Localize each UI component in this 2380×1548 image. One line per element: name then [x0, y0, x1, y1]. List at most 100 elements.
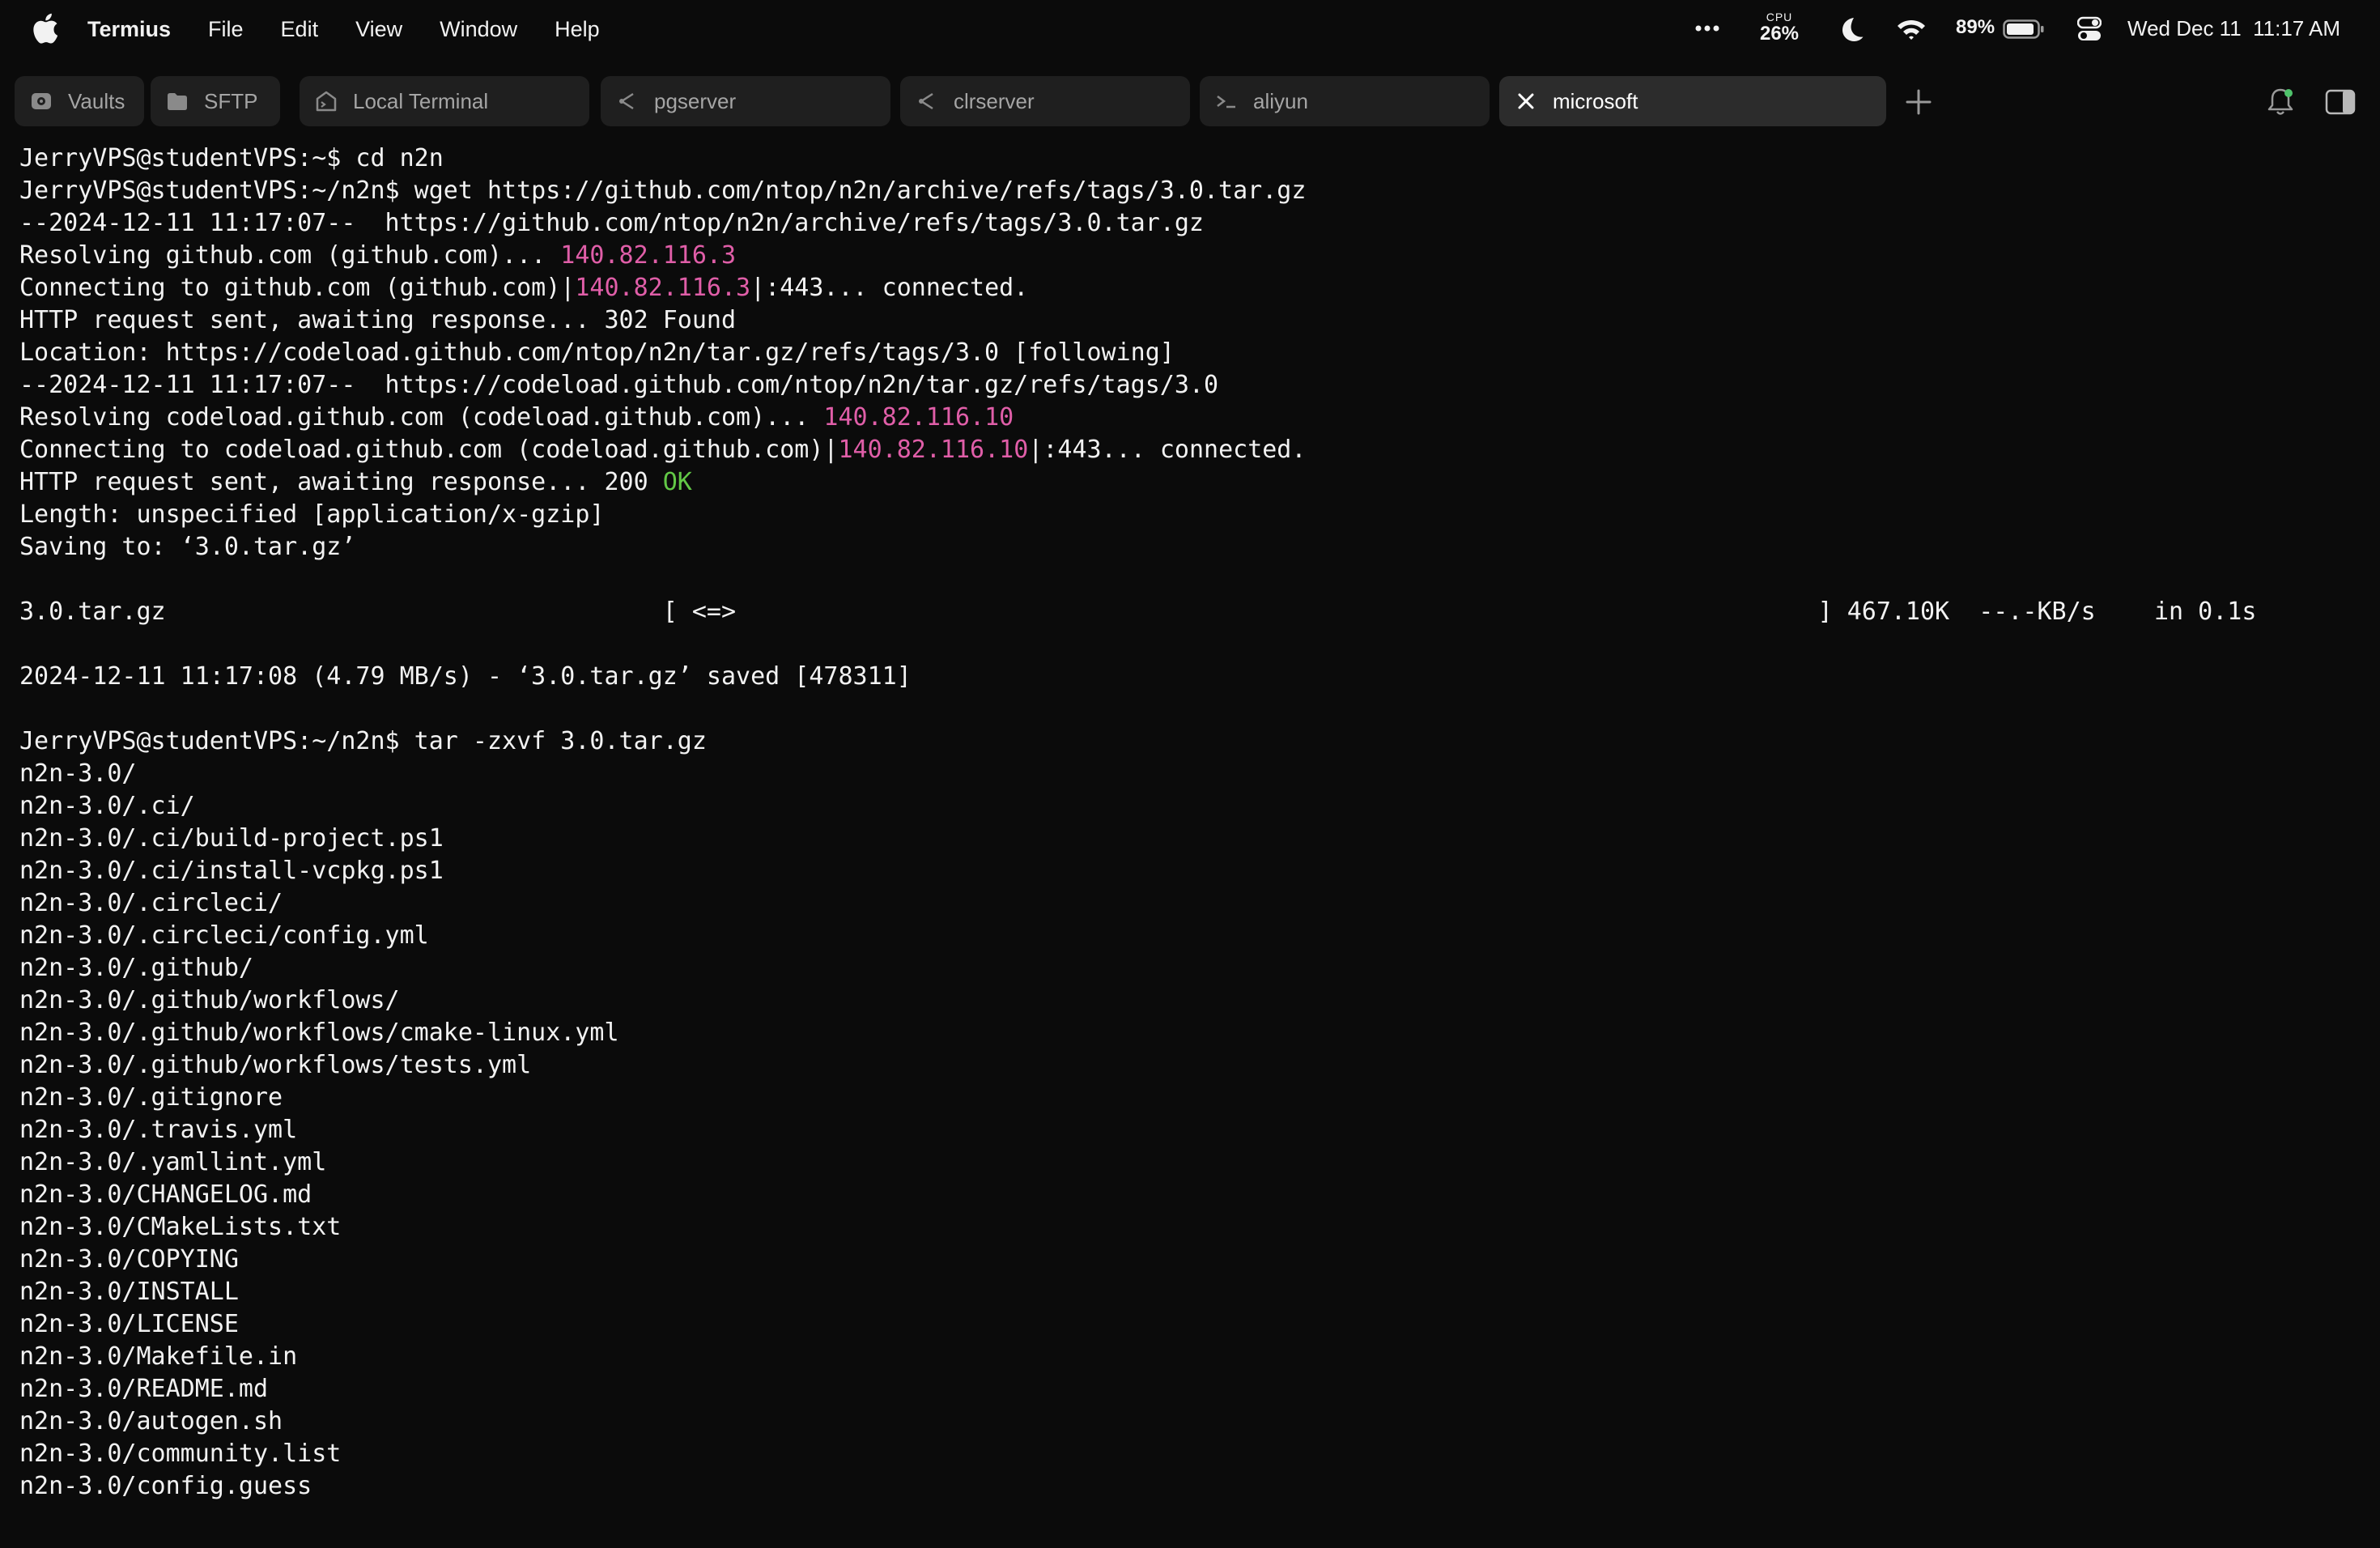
terminal-line: JerryVPS@studentVPS:~$ cd n2n	[19, 142, 2367, 175]
tab-label: microsoft	[1553, 88, 1638, 113]
terminal-line: n2n-3.0/LICENSE	[19, 1308, 2367, 1341]
terminal-text: 2024-12-11 11:17:08 (4.79 MB/s) - ‘3.0.t…	[19, 662, 912, 691]
close-icon[interactable]	[1514, 89, 1538, 113]
terminal-text: Saving to: ‘3.0.tar.gz’	[19, 533, 356, 561]
terminal-text: n2n-3.0/CMakeLists.txt	[19, 1213, 342, 1241]
app-menus: Termius File Edit View Window Help	[87, 0, 637, 58]
ip-address: 140.82.116.10	[823, 403, 1014, 432]
terminal-text: n2n-3.0/Makefile.in	[19, 1342, 298, 1371]
tab-aliyun[interactable]: aliyun	[1200, 76, 1490, 126]
terminal-line: n2n-3.0/.github/	[19, 952, 2367, 985]
local-terminal-icon	[314, 89, 338, 113]
terminal-line: n2n-3.0/INSTALL	[19, 1276, 2367, 1308]
tab-label: clrserver	[954, 88, 1035, 113]
host-icon	[915, 89, 939, 113]
terminal-line: n2n-3.0/autogen.sh	[19, 1406, 2367, 1438]
terminal-line: Saving to: ‘3.0.tar.gz’	[19, 531, 2367, 563]
cpu-monitor[interactable]: CPU 26%	[1755, 11, 1804, 44]
terminal-line: n2n-3.0/.github/workflows/tests.yml	[19, 1049, 2367, 1082]
terminal-line: n2n-3.0/CHANGELOG.md	[19, 1179, 2367, 1211]
terminal-text: Resolving github.com (github.com)...	[19, 241, 561, 270]
terminal-text: 3.0.tar.gz [ <=> ] 467.10K --.-KB/s in 0…	[19, 598, 2257, 626]
terminal-line: Length: unspecified [application/x-gzip]	[19, 499, 2367, 531]
ip-address: 140.82.116.3	[575, 274, 751, 302]
tab-local-terminal[interactable]: Local Terminal	[300, 76, 589, 126]
new-tab-plus-icon[interactable]	[1904, 87, 1933, 117]
tab-label: aliyun	[1253, 88, 1308, 113]
terminal-line: Connecting to github.com (github.com)|14…	[19, 272, 2367, 304]
control-center-icon[interactable]	[2077, 16, 2102, 42]
terminal-text: HTTP request sent, awaiting response... …	[19, 468, 663, 496]
terminal-text: n2n-3.0/CHANGELOG.md	[19, 1180, 312, 1209]
tab-label: pgserver	[654, 88, 737, 113]
ip-address: 140.82.116.10	[838, 436, 1029, 464]
cpu-value: 26%	[1759, 23, 1800, 45]
terminal-text: n2n-3.0/README.md	[19, 1375, 269, 1403]
terminal-line: Resolving codeload.github.com (codeload.…	[19, 402, 2367, 434]
terminal-line: n2n-3.0/	[19, 758, 2367, 790]
tab-vaults[interactable]: Vaults	[15, 76, 144, 126]
terminal-text: JerryVPS@studentVPS:~/n2n$ wget https://…	[19, 176, 1307, 205]
vault-icon	[29, 89, 53, 113]
terminal-line: n2n-3.0/.github/workflows/	[19, 985, 2367, 1017]
terminal-text: n2n-3.0/autogen.sh	[19, 1407, 283, 1435]
terminal-line: n2n-3.0/config.guess	[19, 1470, 2367, 1503]
terminal-text: n2n-3.0/	[19, 759, 137, 788]
menu-help[interactable]: Help	[555, 17, 600, 42]
terminal-text: n2n-3.0/.github/workflows/cmake-linux.ym…	[19, 1019, 619, 1047]
terminal-line: n2n-3.0/.ci/	[19, 790, 2367, 823]
tab-microsoft[interactable]: microsoft	[1499, 76, 1886, 126]
wifi-icon[interactable]	[1896, 18, 1927, 40]
menu-edit[interactable]: Edit	[281, 17, 319, 42]
terminal-line: n2n-3.0/.ci/build-project.ps1	[19, 823, 2367, 855]
terminal-text: n2n-3.0/.yamllint.yml	[19, 1148, 327, 1176]
moon-icon[interactable]	[1839, 16, 1864, 42]
terminal-line: --2024-12-11 11:17:07-- https://github.c…	[19, 207, 2367, 240]
menu-file[interactable]: File	[208, 17, 244, 42]
sidebar-toggle-icon[interactable]	[2325, 89, 2356, 115]
terminal-line: n2n-3.0/CMakeLists.txt	[19, 1211, 2367, 1244]
terminal-line: n2n-3.0/.ci/install-vcpkg.ps1	[19, 855, 2367, 887]
terminal-text: --2024-12-11 11:17:07-- https://github.c…	[19, 209, 1204, 237]
terminal-text: n2n-3.0/.travis.yml	[19, 1116, 298, 1144]
terminal-line: n2n-3.0/.github/workflows/cmake-linux.ym…	[19, 1017, 2367, 1049]
tab-label: SFTP	[204, 88, 258, 113]
battery-percent: 89%	[1956, 16, 1995, 38]
terminal-line: n2n-3.0/COPYING	[19, 1244, 2367, 1276]
status-ok: OK	[662, 468, 692, 496]
terminal-line: n2n-3.0/.circleci/config.yml	[19, 920, 2367, 952]
menu-app-name[interactable]: Termius	[87, 17, 171, 42]
terminal-text: n2n-3.0/.ci/	[19, 792, 195, 820]
more-icon[interactable]	[1695, 24, 1719, 32]
notification-bell-icon[interactable]	[2267, 87, 2294, 117]
apple-menu-icon[interactable]	[32, 13, 58, 44]
folder-icon	[165, 89, 189, 113]
menu-view[interactable]: View	[355, 17, 402, 42]
terminal-text: Connecting to codeload.github.com (codel…	[19, 436, 839, 464]
tab-label: Vaults	[68, 88, 125, 113]
terminal-text: JerryVPS@studentVPS:~/n2n$ tar -zxvf 3.0…	[19, 727, 707, 755]
battery-icon[interactable]	[2003, 18, 2045, 40]
terminal-line: 2024-12-11 11:17:08 (4.79 MB/s) - ‘3.0.t…	[19, 661, 2367, 693]
terminal-line: n2n-3.0/.travis.yml	[19, 1114, 2367, 1146]
menu-window[interactable]: Window	[440, 17, 517, 42]
terminal-text: n2n-3.0/.ci/build-project.ps1	[19, 824, 444, 853]
terminal-line: n2n-3.0/.yamllint.yml	[19, 1146, 2367, 1179]
terminal-text: n2n-3.0/community.list	[19, 1440, 342, 1468]
tab-sftp[interactable]: SFTP	[151, 76, 280, 126]
clock[interactable]: Wed Dec 11 11:17 AM	[2127, 16, 2340, 41]
terminal-line: --2024-12-11 11:17:07-- https://codeload…	[19, 369, 2367, 402]
terminal-text: n2n-3.0/COPYING	[19, 1245, 239, 1274]
terminal-line: 3.0.tar.gz [ <=> ] 467.10K --.-KB/s in 0…	[19, 596, 2367, 628]
tab-pgserver[interactable]: pgserver	[601, 76, 890, 126]
terminal-text: Resolving codeload.github.com (codeload.…	[19, 403, 824, 432]
terminal-line: JerryVPS@studentVPS:~/n2n$ wget https://…	[19, 175, 2367, 207]
tab-label: Local Terminal	[353, 88, 489, 113]
host-icon	[615, 89, 640, 113]
terminal-output[interactable]: JerryVPS@studentVPS:~$ cd n2n JerryVPS@st…	[19, 142, 2367, 1543]
cpu-label: CPU	[1766, 11, 1793, 23]
tab-clrserver[interactable]: clrserver	[900, 76, 1190, 126]
terminal-line: Location: https://codeload.github.com/nt…	[19, 337, 2367, 369]
